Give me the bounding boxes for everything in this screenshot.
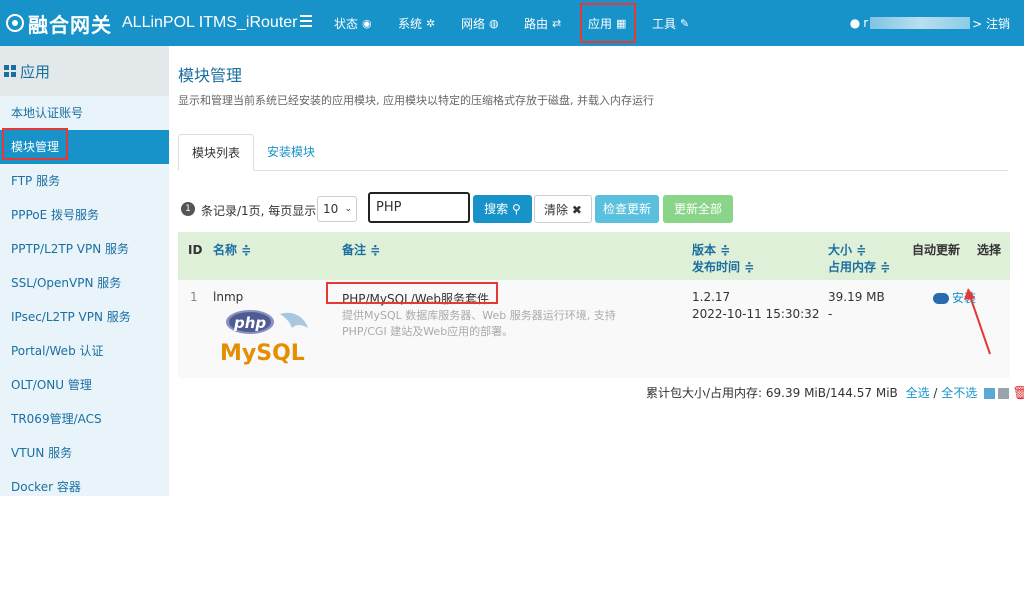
sidebar-header: 应用	[0, 46, 169, 96]
tab-bar: 模块列表 安装模块	[178, 134, 1008, 171]
nav-status-label: 状态	[334, 16, 359, 31]
toolbar: 1 条记录/1页, 每页显示 10 ⌄ PHP 搜索 ⚲ 清除 ✖ 检查更新 更…	[178, 192, 1024, 224]
page-description: 显示和管理当前系统已经安装的应用模块, 应用模块以特定的压缩格式存放于磁盘, 并…	[178, 94, 654, 107]
brand-title-cn: 融合网关	[28, 12, 112, 37]
sidebar-item-ipsec[interactable]: IPsec/L2TP VPN 服务	[0, 300, 169, 334]
col-id: ID	[188, 243, 203, 257]
sidebar-item-pppoe[interactable]: PPPoE 拨号服务	[0, 198, 169, 232]
check-update-button[interactable]: 检查更新	[595, 195, 659, 223]
page-title: 模块管理	[178, 66, 243, 85]
summary-text: 累计包大小/占用内存: 69.39 MiB/144.57 MiB	[646, 386, 898, 400]
svg-text:php: php	[233, 314, 266, 332]
nav-route-label: 路由	[524, 16, 549, 31]
col-select: 选择	[977, 243, 1002, 257]
select-all-link[interactable]: 全选	[906, 386, 930, 400]
wrench-icon: ✎	[680, 16, 690, 30]
search-button-label: 搜索	[484, 202, 509, 216]
nav-tools-label: 工具	[652, 16, 677, 31]
nav-route[interactable]: 路由 ⇄	[524, 0, 561, 46]
sidebar-header-label: 应用	[20, 62, 51, 81]
table-header: ID 名称 ≑ 备注 ≑ 版本 ≑ 发布时间 ≑ 大小 ≑ 占用内存 ≑ 自动更…	[178, 232, 1010, 280]
row-remark-desc-1: 提供MySQL 数据库服务器、Web 服务器运行环境, 支持	[342, 309, 616, 322]
sidebar-item-docker[interactable]: Docker 容器	[0, 470, 169, 504]
select-none-link[interactable]: 全不选	[941, 386, 977, 400]
row-size: 39.19 MB	[828, 290, 885, 304]
brand-title-en: ALLinPOL ITMS_iRouter	[122, 14, 298, 31]
row-version: 1.2.17	[692, 290, 731, 304]
record-count-badge: 1	[181, 202, 195, 216]
user-menu[interactable]: ● r > 注销	[850, 0, 1010, 46]
nav-system-label: 系统	[398, 16, 423, 31]
user-name: r	[863, 16, 869, 30]
col-mem[interactable]: 占用内存 ≑	[828, 259, 890, 276]
sidebar-item-vtun[interactable]: VTUN 服务	[0, 436, 169, 470]
nav-apps-highlight	[580, 3, 636, 43]
user-name-redacted	[870, 17, 971, 29]
batch-refresh-icon[interactable]	[998, 388, 1010, 399]
close-icon: ✖	[571, 203, 582, 217]
shuffle-icon: ⇄	[552, 16, 562, 30]
trash-icon[interactable]: 🗑	[1012, 387, 1024, 400]
batch-update-icon[interactable]	[984, 388, 996, 399]
grid-icon	[4, 65, 16, 77]
col-release-time[interactable]: 发布时间 ≑	[692, 259, 754, 276]
row-name: lnmp	[213, 290, 244, 304]
col-size[interactable]: 大小 ≑	[828, 242, 866, 259]
col-remark[interactable]: 备注 ≑	[342, 242, 380, 259]
gear-icon: ✲	[426, 16, 436, 30]
row-remark-desc-2: PHP/CGI 建站及Web应用的部署。	[342, 325, 514, 338]
remark-highlight	[326, 282, 498, 304]
nav-status[interactable]: 状态 ◉	[334, 0, 372, 46]
brand[interactable]: 融合网关 ALLinPOL ITMS_iRouter	[6, 0, 297, 46]
row-id: 1	[190, 290, 198, 304]
update-all-button[interactable]: 更新全部	[663, 195, 733, 223]
php-mysql-logo: php MySQL	[220, 308, 320, 366]
user-icon: ●	[849, 16, 861, 30]
sidebar-item-portal[interactable]: Portal/Web 认证	[0, 334, 169, 368]
sidebar-item-tr069[interactable]: TR069管理/ACS	[0, 402, 169, 436]
sidebar-item-olt-onu[interactable]: OLT/ONU 管理	[0, 368, 169, 402]
row-mem: -	[828, 307, 833, 321]
nav-network-label: 网络	[461, 16, 486, 31]
summary-separator: /	[929, 386, 942, 400]
cloud-download-icon	[933, 293, 949, 304]
col-version[interactable]: 版本 ≑	[692, 242, 730, 259]
table-row: 1 lnmp php MySQL PHP/MySQL/Web服务套件 提供MyS…	[178, 280, 1010, 378]
tab-install-module[interactable]: 安装模块	[254, 134, 328, 170]
eye-icon: ◉	[362, 16, 372, 30]
clear-button-label: 清除	[544, 203, 569, 217]
col-name[interactable]: 名称 ≑	[213, 242, 251, 259]
sidebar-highlight	[2, 128, 68, 160]
summary-bar: 累计包大小/占用内存: 69.39 MiB/144.57 MiB 全选 / 全不…	[646, 384, 1024, 401]
page-size-value: 10	[323, 202, 339, 216]
row-release-time: 2022-10-11 15:30:32	[692, 307, 820, 321]
record-count-text: 条记录/1页, 每页显示	[201, 204, 317, 218]
nav-network[interactable]: 网络 ◍	[461, 0, 499, 46]
logout-link[interactable]: > 注销	[972, 15, 1010, 32]
clear-button[interactable]: 清除 ✖	[534, 195, 592, 223]
annotation-arrow	[964, 288, 991, 355]
nav-system[interactable]: 系统 ✲	[398, 0, 435, 46]
sidebar: 应用 本地认证账号 模块管理 FTP 服务 PPPoE 拨号服务 PPTP/L2…	[0, 46, 169, 496]
chevron-down-icon: ⌄	[344, 204, 352, 214]
col-auto-update: 自动更新	[912, 243, 961, 257]
module-table: ID 名称 ≑ 备注 ≑ 版本 ≑ 发布时间 ≑ 大小 ≑ 占用内存 ≑ 自动更…	[178, 232, 1010, 378]
search-button[interactable]: 搜索 ⚲	[473, 195, 532, 223]
globe-icon: ◍	[489, 16, 499, 30]
search-icon: ⚲	[512, 202, 521, 216]
sidebar-item-local-auth[interactable]: 本地认证账号	[0, 96, 169, 130]
page-size-select[interactable]: 10 ⌄	[317, 196, 357, 222]
top-navbar: 融合网关 ALLinPOL ITMS_iRouter 状态 ◉ 系统 ✲ 网络 ◍ 路…	[0, 0, 1024, 46]
search-input[interactable]: PHP	[368, 192, 470, 223]
svg-text:MySQL: MySQL	[220, 341, 305, 366]
sidebar-item-pptp-l2tp[interactable]: PPTP/L2TP VPN 服务	[0, 232, 169, 266]
sidebar-item-ssl-openvpn[interactable]: SSL/OpenVPN 服务	[0, 266, 169, 300]
brand-logo-icon	[6, 14, 24, 32]
nav-tools[interactable]: 工具 ✎	[652, 0, 689, 46]
menu-toggle-icon[interactable]	[300, 15, 312, 27]
tab-module-list[interactable]: 模块列表	[178, 134, 255, 171]
sidebar-item-ftp[interactable]: FTP 服务	[0, 164, 169, 198]
